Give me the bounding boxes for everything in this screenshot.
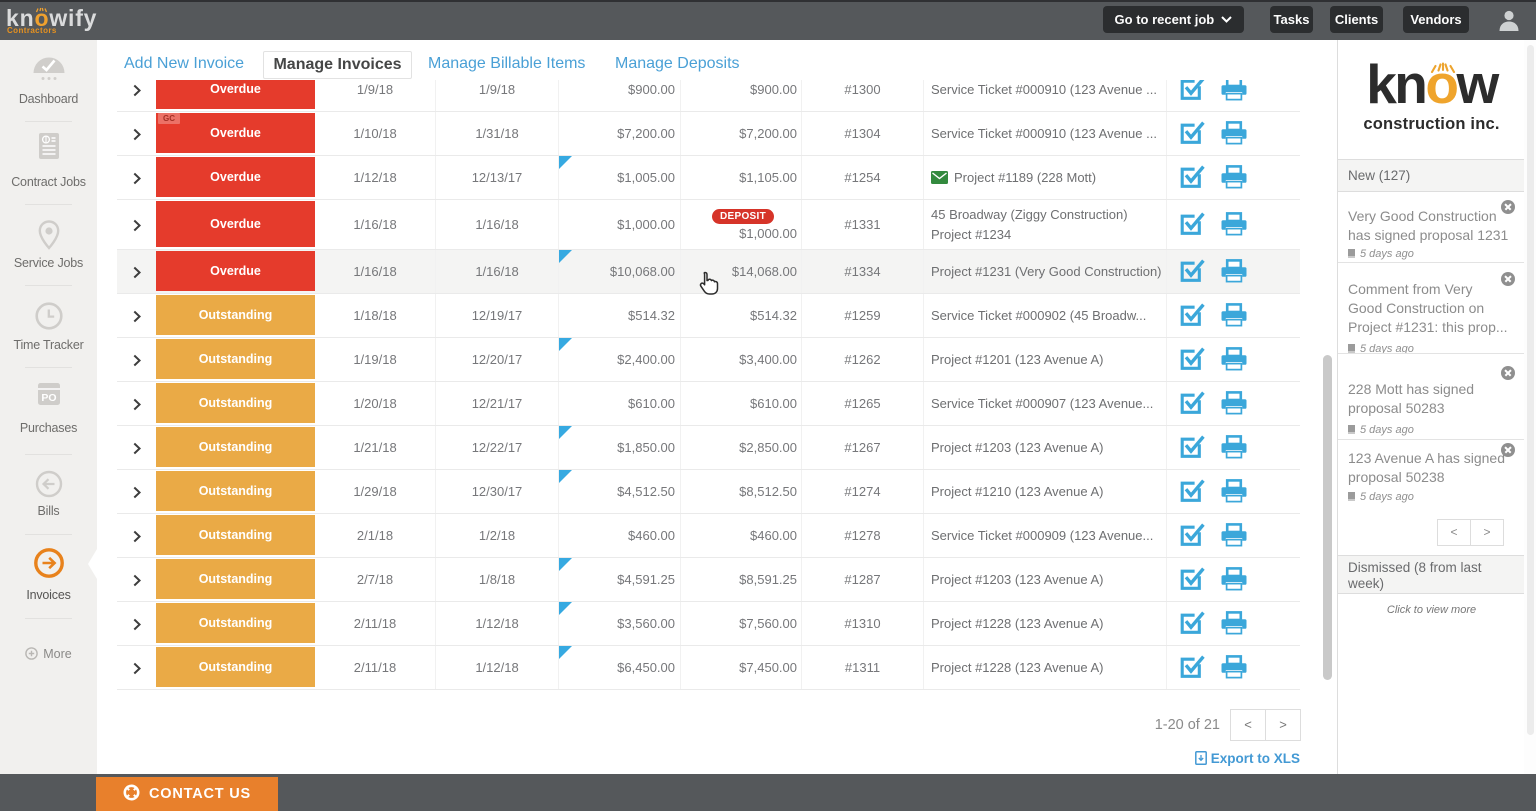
- svg-text:PO: PO: [41, 392, 56, 404]
